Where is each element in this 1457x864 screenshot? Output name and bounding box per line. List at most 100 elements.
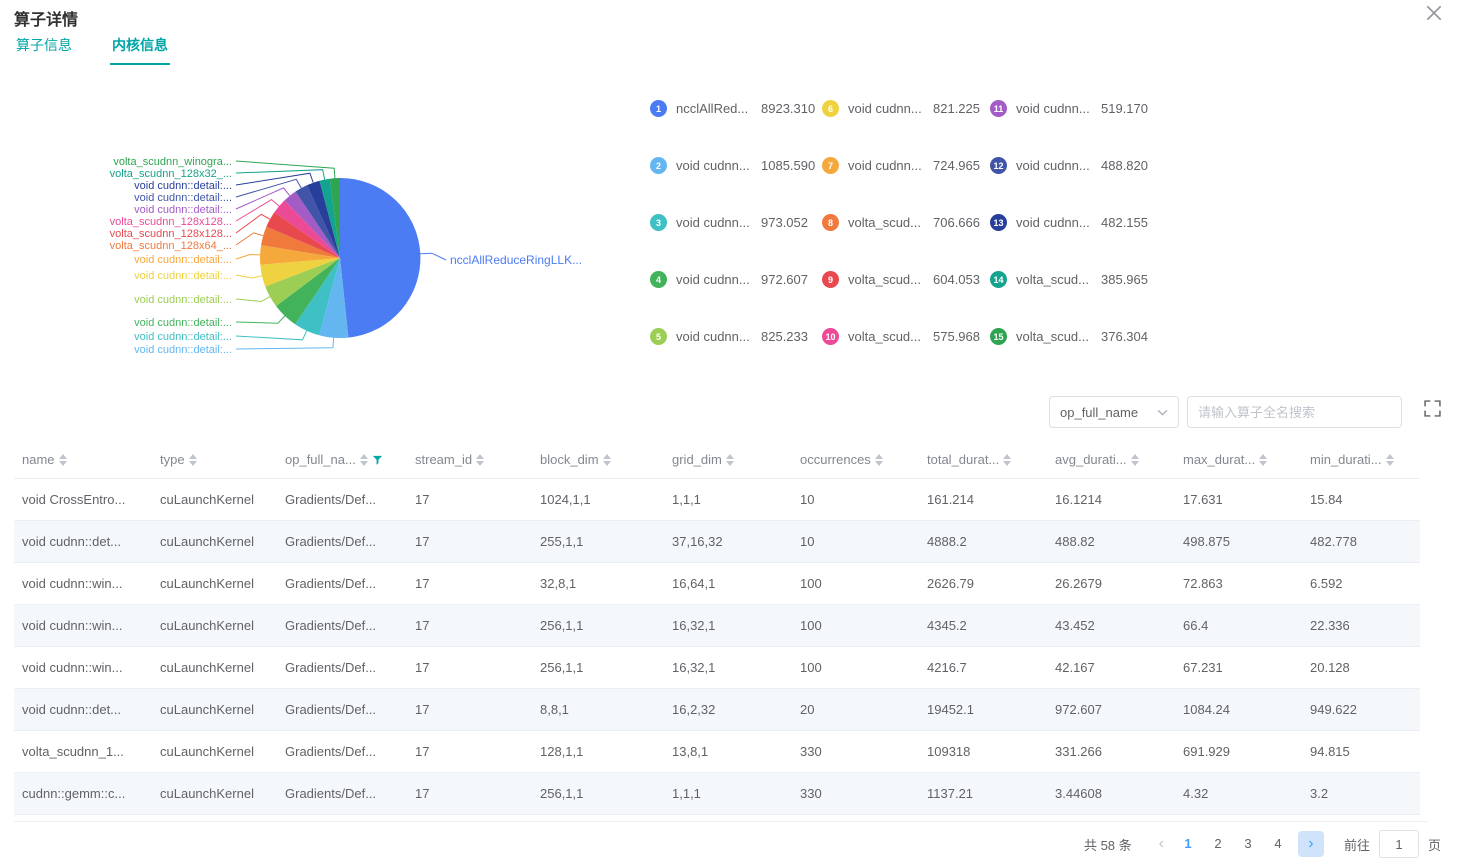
col-header-min_durati[interactable]: min_durati...: [1302, 441, 1420, 478]
page-4[interactable]: 4: [1263, 830, 1293, 858]
table-cell: 8,8,1: [532, 688, 664, 730]
col-header-avg_durati[interactable]: avg_durati...: [1047, 441, 1175, 478]
legend-item-12[interactable]: 12void cudnn...488.820: [990, 157, 1162, 174]
table-cell: 17: [407, 604, 532, 646]
col-header-block_dim[interactable]: block_dim: [532, 441, 664, 478]
legend-item-1[interactable]: 1ncclAllRed...8923.310: [650, 100, 822, 117]
table-cell: 17: [407, 730, 532, 772]
table-row[interactable]: volta_scudnn_1...cuLaunchKernelGradients…: [14, 730, 1420, 772]
legend-item-4[interactable]: 4void cudnn...972.607: [650, 271, 822, 288]
pie-label-11: void cudnn::detail:...: [134, 204, 232, 216]
legend-item-15[interactable]: 15volta_scud...376.304: [990, 328, 1162, 345]
table-cell: void cudnn::win...: [14, 562, 152, 604]
sort-icon[interactable]: [726, 454, 734, 466]
sort-icon[interactable]: [476, 454, 484, 466]
col-label: total_durat...: [927, 452, 999, 467]
table-cell: 17: [407, 520, 532, 562]
sort-icon[interactable]: [603, 454, 611, 466]
table-row[interactable]: void cudnn::win...cuLaunchKernelGradient…: [14, 562, 1420, 604]
pie-label-14: volta_scudnn_128x32_...: [110, 168, 232, 180]
select-value: op_full_name: [1060, 405, 1138, 420]
table-cell: cuLaunchKernel: [152, 772, 277, 814]
page-2[interactable]: 2: [1203, 830, 1233, 858]
table-row[interactable]: void cudnn::win...cuLaunchKernelGradient…: [14, 646, 1420, 688]
search-input[interactable]: [1188, 397, 1401, 427]
col-header-stream_id[interactable]: stream_id: [407, 441, 532, 478]
table-row[interactable]: void cudnn::win...cuLaunchKernelGradient…: [14, 604, 1420, 646]
col-header-op_full_na[interactable]: op_full_na...: [277, 441, 407, 478]
tab-kernel-info[interactable]: 内核信息: [110, 31, 170, 65]
fullscreen-icon[interactable]: [1424, 400, 1441, 417]
table-cell: cuLaunchKernel: [152, 520, 277, 562]
table-cell: 17: [407, 562, 532, 604]
sort-icon[interactable]: [1003, 454, 1011, 466]
pie-label-line: [236, 173, 313, 185]
prev-page-button[interactable]: ‹: [1150, 835, 1173, 853]
col-header-max_durat[interactable]: max_durat...: [1175, 441, 1302, 478]
legend-item-14[interactable]: 14volta_scud...385.965: [990, 271, 1162, 288]
table-cell: cudnn::gemm::c...: [14, 772, 152, 814]
sort-icon[interactable]: [1386, 454, 1394, 466]
legend-item-13[interactable]: 13void cudnn...482.155: [990, 214, 1162, 231]
table-cell: 16,64,1: [664, 562, 792, 604]
pie-legend: 1ncclAllRed...8923.310 2void cudnn...1085…: [650, 80, 1162, 365]
table-cell: 256,1,1: [532, 604, 664, 646]
col-label: min_durati...: [1310, 452, 1382, 467]
table-cell: Gradients/Def...: [277, 688, 407, 730]
tab-operator-info[interactable]: 算子信息: [14, 31, 74, 65]
page-3[interactable]: 3: [1233, 830, 1263, 858]
table-cell: 100: [792, 562, 919, 604]
close-icon[interactable]: [1425, 4, 1443, 22]
table-cell: 72.863: [1175, 562, 1302, 604]
legend-item-7[interactable]: 7void cudnn...724.965: [822, 157, 990, 174]
legend-item-3[interactable]: 3void cudnn...973.052: [650, 214, 822, 231]
legend-item-10[interactable]: 10volta_scud...575.968: [822, 328, 990, 345]
legend-name: void cudnn...: [676, 329, 752, 344]
sort-icon[interactable]: [875, 454, 883, 466]
table-row[interactable]: void cudnn::det...cuLaunchKernelGradient…: [14, 688, 1420, 730]
col-label: max_durat...: [1183, 452, 1255, 467]
table-cell: 22.336: [1302, 604, 1420, 646]
legend-value: 825.233: [761, 329, 808, 344]
col-header-total_durat[interactable]: total_durat...: [919, 441, 1047, 478]
table-row[interactable]: cudnn::gemm::c...cuLaunchKernelGradients…: [14, 772, 1420, 814]
goto-page-input[interactable]: [1379, 830, 1419, 858]
sort-icon[interactable]: [59, 454, 67, 466]
legend-value: 604.053: [933, 272, 980, 287]
sort-icon[interactable]: [1131, 454, 1139, 466]
col-header-name[interactable]: name: [14, 441, 152, 478]
legend-item-11[interactable]: 11void cudnn...519.170: [990, 100, 1162, 117]
table-cell: 32,8,1: [532, 562, 664, 604]
next-page-button[interactable]: ›: [1298, 831, 1324, 857]
col-header-type[interactable]: type: [152, 441, 277, 478]
legend-item-9[interactable]: 9volta_scud...604.053: [822, 271, 990, 288]
filter-icon[interactable]: [372, 455, 383, 466]
legend-rank-badge: 7: [822, 157, 839, 174]
pie-label-line: [236, 255, 260, 260]
pie-label-6: void cudnn::detail:...: [134, 270, 232, 282]
table-cell: 482.778: [1302, 520, 1420, 562]
search-box: [1187, 396, 1402, 428]
sort-icon[interactable]: [189, 454, 197, 466]
sort-icon[interactable]: [360, 454, 368, 466]
table-cell: 20.128: [1302, 646, 1420, 688]
sort-icon[interactable]: [1259, 454, 1267, 466]
col-label: occurrences: [800, 452, 871, 467]
legend-item-2[interactable]: 2void cudnn...1085.590: [650, 157, 822, 174]
table-row[interactable]: void CrossEntro...cuLaunchKernelGradient…: [14, 478, 1420, 520]
table-row[interactable]: void cudnn::det...cuLaunchKernelGradient…: [14, 520, 1420, 562]
table-cell: 15.84: [1302, 478, 1420, 520]
legend-item-8[interactable]: 8volta_scud...706.666: [822, 214, 990, 231]
table-cell: 109318: [919, 730, 1047, 772]
legend-value: 8923.310: [761, 101, 815, 116]
legend-item-6[interactable]: 6void cudnn...821.225: [822, 100, 990, 117]
table-cell: 16.1214: [1047, 478, 1175, 520]
legend-value: 972.607: [761, 272, 808, 287]
pie-slice-1[interactable]: [340, 178, 420, 338]
col-header-grid_dim[interactable]: grid_dim: [664, 441, 792, 478]
table-cell: cuLaunchKernel: [152, 730, 277, 772]
page-1[interactable]: 1: [1173, 830, 1203, 858]
legend-item-5[interactable]: 5void cudnn...825.233: [650, 328, 822, 345]
col-header-occurrences[interactable]: occurrences: [792, 441, 919, 478]
search-column-select[interactable]: op_full_name: [1049, 396, 1179, 428]
